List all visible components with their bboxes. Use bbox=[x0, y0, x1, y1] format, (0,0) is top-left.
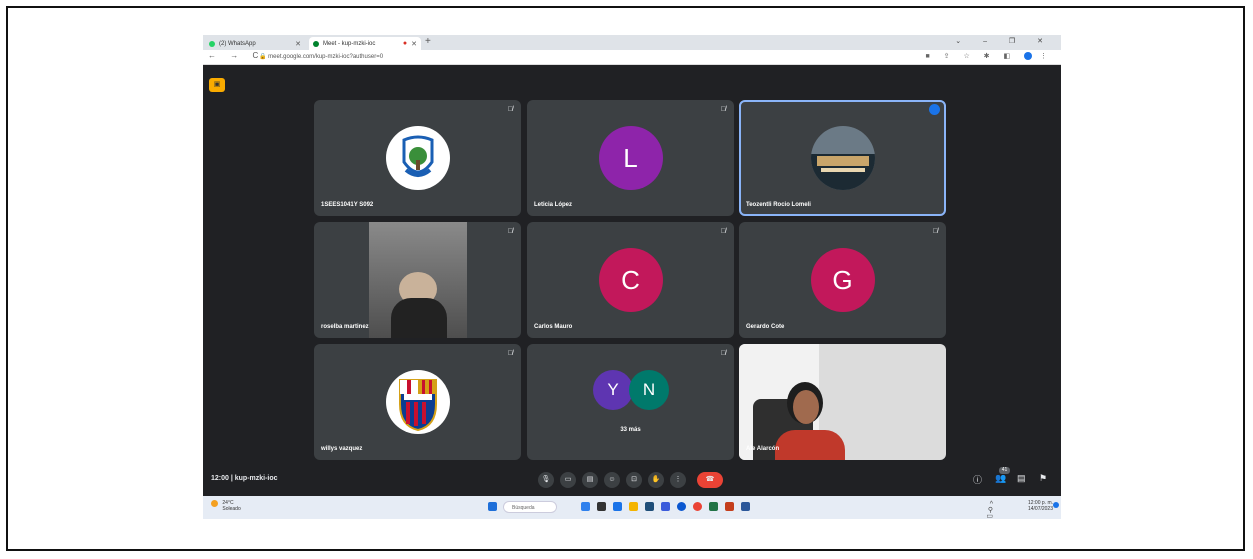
participant-avatar: Y bbox=[593, 370, 633, 410]
meet-icon bbox=[313, 40, 319, 47]
tray-icons[interactable]: ^ ⚲ ▭ ◍ bbox=[986, 501, 993, 519]
browser-tab-strip: (2) WhatsApp ✕ Meet - kup-mzki-ioc ● ✕ +… bbox=[203, 35, 1061, 50]
meet-control-bar: 12:00 | kup-mzki-ioc 🎙 ▭ ▤ ☺ ⊡ ✋ ⋮ ☎ ⓘ 4… bbox=[203, 465, 1061, 495]
participant-video bbox=[369, 222, 467, 338]
mic-off-icon: 🎙̸ bbox=[507, 350, 513, 357]
participant-tile[interactable]: 🎙̸ L Leticia López bbox=[527, 100, 734, 216]
tab-label: Meet - kup-mzki-ioc bbox=[323, 40, 376, 47]
system-tray[interactable]: ^ ⚲ ▭ ◍ 12:00 p. m. 14/07/2023 bbox=[986, 500, 1059, 519]
powerpoint-icon[interactable] bbox=[725, 502, 734, 511]
tab-meet[interactable]: Meet - kup-mzki-ioc ● ✕ bbox=[309, 37, 421, 50]
participant-name: willys vazquez bbox=[321, 446, 363, 452]
taskbar-search[interactable]: Búsqueda bbox=[503, 501, 557, 513]
leave-call-button[interactable]: ☎ bbox=[697, 472, 723, 488]
close-tab-icon[interactable]: ✕ bbox=[411, 40, 417, 48]
windows-taskbar: 24°C Soleado Búsqueda ^ ⚲ ▭ ◍ 12:00 p. m… bbox=[203, 496, 1061, 519]
participant-photo bbox=[810, 126, 875, 190]
participant-avatar: N bbox=[629, 370, 669, 410]
weather-widget[interactable]: 24°C Soleado bbox=[211, 500, 241, 512]
camera-button[interactable]: ▭ bbox=[560, 472, 576, 488]
activities-icon[interactable]: ⚑ bbox=[1039, 473, 1047, 484]
tab-whatsapp[interactable]: (2) WhatsApp ✕ bbox=[205, 37, 305, 50]
participant-tile[interactable]: Ale Alarcón bbox=[739, 344, 946, 460]
url-field[interactable]: 🔒 meet.google.com/kup-mzki-ioc?authuser=… bbox=[259, 53, 383, 60]
participant-name: Carlos Mauro bbox=[534, 324, 573, 330]
edge-icon[interactable] bbox=[677, 502, 686, 511]
participant-name: Teozentli Rocio Lomeli bbox=[746, 202, 811, 208]
desktop-screen: (2) WhatsApp ✕ Meet - kup-mzki-ioc ● ✕ +… bbox=[203, 35, 1061, 519]
mail-icon[interactable] bbox=[661, 502, 670, 511]
address-bar: ← → C 🔒 meet.google.com/kup-mzki-ioc?aut… bbox=[203, 50, 1061, 65]
meeting-time: 12:00 bbox=[211, 475, 229, 482]
participant-avatar: L bbox=[598, 126, 663, 190]
participant-tile[interactable]: 🎙̸ G Gerardo Cote bbox=[739, 222, 946, 338]
tab-label: (2) WhatsApp bbox=[219, 40, 256, 47]
mic-off-icon: 🎙̸ bbox=[720, 350, 726, 357]
more-count: 33 más bbox=[620, 427, 641, 433]
file-explorer-icon[interactable] bbox=[629, 502, 638, 511]
participant-tile[interactable]: 🎙̸ roselba martinez bbox=[314, 222, 521, 338]
search-placeholder: Búsqueda bbox=[512, 505, 535, 511]
weather-desc: Soleado bbox=[222, 506, 241, 512]
recording-dot-icon: ● bbox=[402, 40, 408, 47]
word-icon[interactable] bbox=[741, 502, 750, 511]
mic-off-icon: 🎙̸ bbox=[507, 228, 513, 235]
people-icon[interactable]: 👥 bbox=[995, 473, 1006, 484]
participant-name: 1SEES1041Y S092 bbox=[321, 202, 374, 208]
participant-logo-image bbox=[385, 126, 450, 190]
notification-icon[interactable] bbox=[1053, 502, 1059, 508]
raise-hand-button[interactable]: ✋ bbox=[648, 472, 664, 488]
mic-off-icon: 🎙̸ bbox=[720, 228, 726, 235]
participant-avatar: G bbox=[810, 248, 875, 312]
participant-name: Ale Alarcón bbox=[746, 446, 780, 452]
captions-button[interactable]: ▤ bbox=[582, 472, 598, 488]
new-tab-button[interactable]: + bbox=[425, 36, 431, 47]
participant-name: Gerardo Cote bbox=[746, 324, 785, 330]
meeting-time-code: 12:00 | kup-mzki-ioc bbox=[211, 475, 278, 482]
url-text: meet.google.com/kup-mzki-ioc?authuser=0 bbox=[268, 54, 384, 60]
zoom-app-icon[interactable] bbox=[613, 502, 622, 511]
store-icon[interactable] bbox=[645, 502, 654, 511]
speaking-indicator-icon bbox=[929, 104, 940, 115]
excel-icon[interactable] bbox=[709, 502, 718, 511]
participant-name: Leticia López bbox=[534, 202, 573, 208]
chrome-icon[interactable] bbox=[693, 502, 702, 511]
more-options-button[interactable]: ⋮ bbox=[670, 472, 686, 488]
participant-tile[interactable]: 🎙̸ willys vazquez bbox=[314, 344, 521, 460]
app-icon[interactable] bbox=[581, 502, 590, 511]
profile-avatar[interactable] bbox=[1024, 52, 1033, 61]
participant-name: roselba martinez bbox=[321, 324, 369, 330]
clock-date: 14/07/2023 bbox=[1027, 506, 1053, 512]
start-icon[interactable] bbox=[488, 502, 497, 511]
emoji-button[interactable]: ☺ bbox=[604, 472, 620, 488]
chat-icon[interactable]: ▤ bbox=[1017, 473, 1026, 484]
mic-off-icon: 🎙̸ bbox=[507, 106, 513, 113]
close-tab-icon[interactable]: ✕ bbox=[295, 40, 301, 48]
mic-off-icon: 🎙̸ bbox=[932, 228, 938, 235]
more-participants-tile[interactable]: 🎙̸ Y N 33 más bbox=[527, 344, 734, 460]
browser-toolbar-icons[interactable]: ■ ⇪ ☆ ✱ ◧ ⋮ bbox=[925, 52, 1053, 61]
info-icon[interactable]: ⓘ bbox=[973, 473, 982, 486]
participant-tile-active-speaker[interactable]: Teozentli Rocio Lomeli bbox=[739, 100, 946, 216]
fcb-crest-image bbox=[385, 370, 450, 434]
participant-video bbox=[739, 344, 946, 460]
present-button[interactable]: ⊡ bbox=[626, 472, 642, 488]
sun-icon bbox=[211, 500, 218, 507]
meeting-code: kup-mzki-ioc bbox=[234, 475, 278, 482]
task-view-icon[interactable] bbox=[597, 502, 606, 511]
meeting-info-badge[interactable]: ▣ bbox=[209, 78, 225, 92]
whatsapp-icon bbox=[209, 40, 215, 47]
participant-tile[interactable]: 🎙̸ 1SEES1041Y S092 bbox=[314, 100, 521, 216]
mic-button[interactable]: 🎙 bbox=[538, 472, 554, 488]
participant-tile[interactable]: 🎙̸ C Carlos Mauro bbox=[527, 222, 734, 338]
participant-avatar: C bbox=[598, 248, 663, 312]
window-controls[interactable]: ⌄ – ❐ ✕ bbox=[955, 37, 1053, 45]
mic-off-icon: 🎙̸ bbox=[720, 106, 726, 113]
nav-buttons[interactable]: ← → C bbox=[208, 51, 264, 60]
